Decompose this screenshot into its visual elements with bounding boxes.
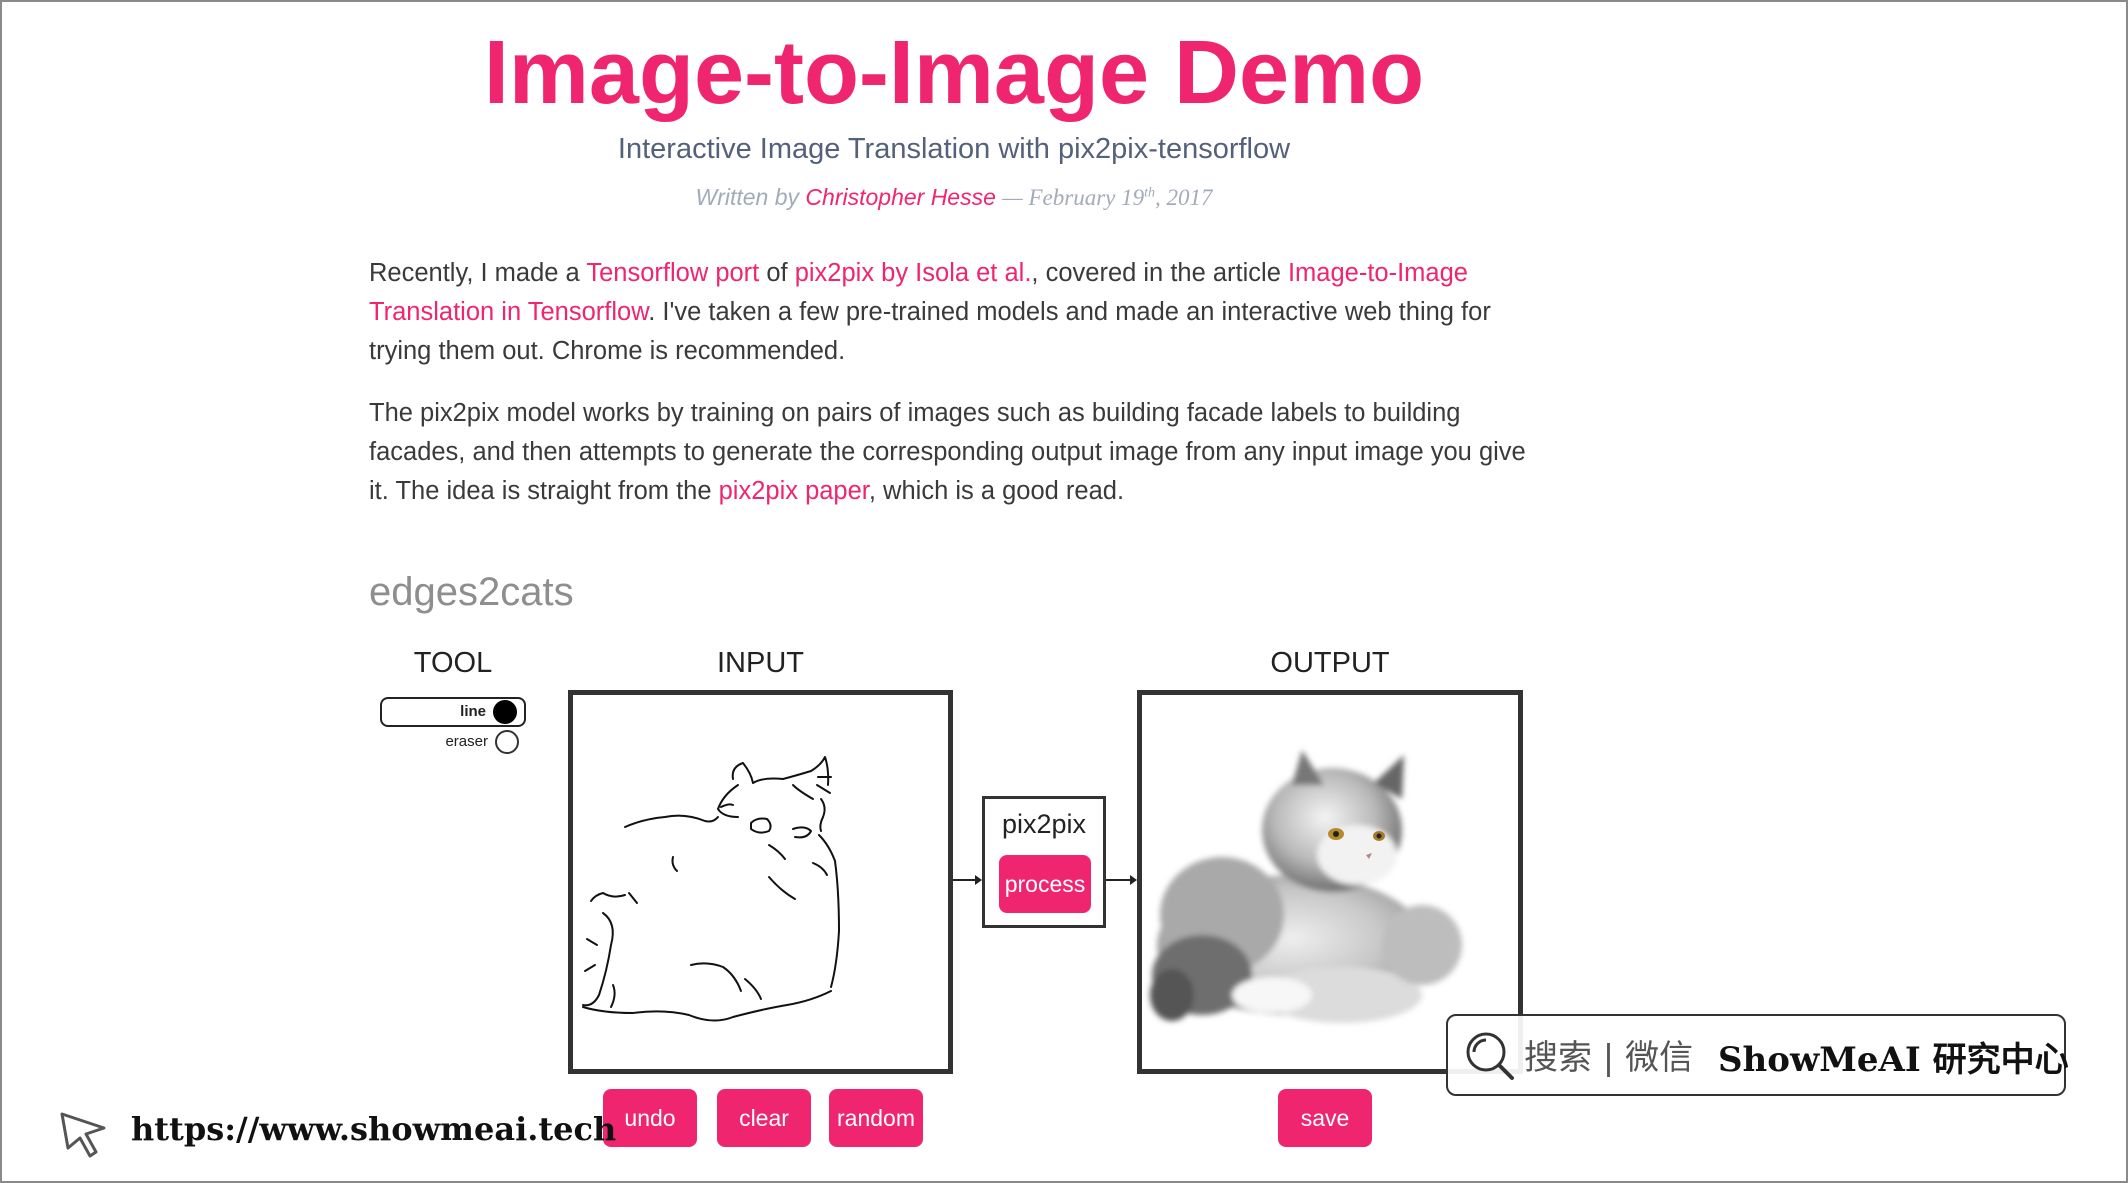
tool-line-label: line xyxy=(460,703,486,720)
section-title: edges2cats xyxy=(369,570,574,614)
tool-eraser-label: eraser xyxy=(445,733,488,750)
intro-text: , which is a good read. xyxy=(868,477,1125,505)
generated-cat-image xyxy=(1150,750,1462,1023)
cat-edges-sketch xyxy=(582,756,840,1022)
intro-text: Recently, I made a xyxy=(369,259,587,287)
tool-column-label: TOOL xyxy=(413,647,493,679)
intro-text: of xyxy=(759,259,795,287)
page-subtitle: Interactive Image Translation with pix2p… xyxy=(617,133,1291,165)
intro-paragraph-2: The pix2pix model works by training on p… xyxy=(369,394,1549,511)
pix2pix-isola-link[interactable]: pix2pix by Isola et al. xyxy=(795,259,1032,287)
process-button[interactable]: process xyxy=(999,855,1091,913)
watermark-banner: 搜索 | 微信 ShowMeAI 研究中心 xyxy=(1446,1014,2069,1096)
watermark-brand: ShowMeAI 研究中心 xyxy=(1718,1040,2069,1080)
arrow-model-to-output-icon xyxy=(1106,875,1137,885)
model-name: pix2pix xyxy=(1001,809,1087,839)
tool-line-option[interactable]: line xyxy=(380,697,526,727)
input-column-label: INPUT xyxy=(717,647,804,679)
date-prefix: — February 19 xyxy=(1002,185,1145,210)
watermark-search-text: 搜索 | 微信 xyxy=(1524,1038,1694,1078)
radio-selected-icon xyxy=(493,700,517,724)
cursor-arrow-icon xyxy=(60,1112,106,1158)
byline-prefix: Written by xyxy=(695,184,800,210)
radio-unselected-icon xyxy=(495,730,519,754)
intro-paragraph-1: Recently, I made a Tensorflow port of pi… xyxy=(369,254,1549,371)
footer-url[interactable]: https://www.showmeai.tech xyxy=(131,1110,616,1148)
pix2pix-paper-link[interactable]: pix2pix paper xyxy=(719,477,869,505)
random-button[interactable]: random xyxy=(829,1089,923,1147)
tool-eraser-option[interactable]: eraser xyxy=(380,728,526,756)
author-link[interactable]: Christopher Hesse xyxy=(805,184,995,210)
input-drawing-canvas[interactable] xyxy=(568,690,953,1074)
date-sup: th xyxy=(1144,185,1155,201)
undo-button[interactable]: undo xyxy=(603,1089,697,1147)
intro-text: , covered in the article xyxy=(1031,259,1288,287)
arrow-input-to-model-icon xyxy=(953,875,982,885)
model-box: pix2pix process xyxy=(982,796,1106,928)
page-frame xyxy=(0,0,2128,1183)
search-icon xyxy=(1466,1032,1514,1080)
publish-date: — February 19th, 2017 xyxy=(1002,185,1212,210)
clear-button[interactable]: clear xyxy=(717,1089,811,1147)
byline: Written by Christopher Hesse — February … xyxy=(0,184,1908,211)
tensorflow-port-link[interactable]: Tensorflow port xyxy=(586,259,759,287)
page-title: Image-to-Image Demo xyxy=(483,23,1425,123)
save-button[interactable]: save xyxy=(1278,1089,1372,1147)
date-suffix: , 2017 xyxy=(1155,185,1213,210)
output-column-label: OUTPUT xyxy=(1270,647,1390,679)
